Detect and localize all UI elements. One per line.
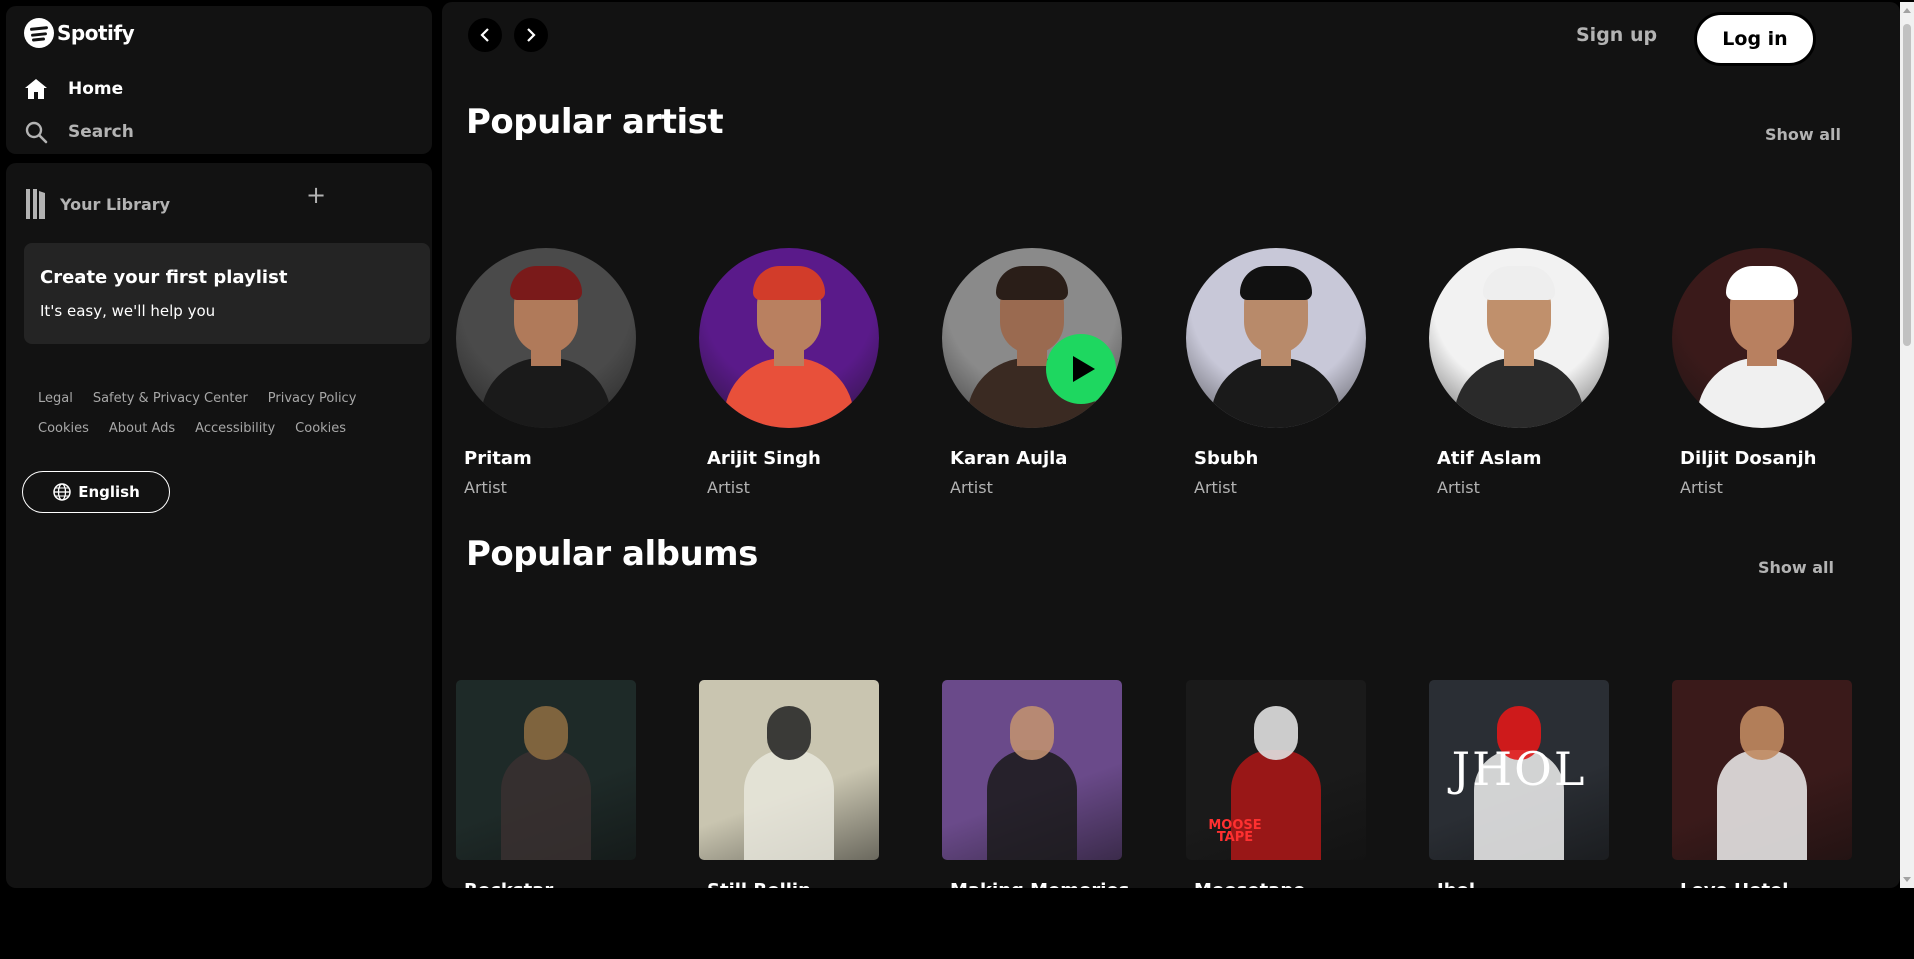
spotify-logo-icon	[24, 18, 54, 48]
artist-subtitle: Artist	[1437, 478, 1480, 497]
album-card[interactable]: MOOSE TAPE Moosetape	[1172, 680, 1372, 888]
artist-card[interactable]: Arijit Singh Artist	[685, 248, 885, 497]
album-card[interactable]: Rockstar...	[442, 680, 642, 888]
legal-link[interactable]: Safety & Privacy Center	[93, 391, 248, 406]
legal-link[interactable]: Privacy Policy	[268, 391, 357, 406]
artist-name: Karan Aujla	[950, 448, 1068, 469]
album-card[interactable]: Making Memories	[928, 680, 1129, 888]
scrollbar-thumb[interactable]	[1903, 24, 1911, 346]
album-name: Rockstar...	[464, 880, 642, 888]
legal-link[interactable]: Accessibility	[195, 421, 275, 436]
nav-search[interactable]: Search	[24, 120, 134, 144]
album-name: Love Hotel	[1680, 880, 1858, 888]
artist-name: Atif Aslam	[1437, 448, 1542, 469]
artist-image	[1186, 248, 1366, 428]
play-button[interactable]	[1046, 334, 1116, 404]
spotify-logo[interactable]: Spotify	[24, 18, 135, 48]
artist-image	[1672, 248, 1852, 428]
album-cover: JHOL	[1429, 680, 1609, 860]
artist-image	[1429, 248, 1609, 428]
album-card[interactable]: Still Rollin	[685, 680, 885, 888]
album-card[interactable]: JHOL Jhol	[1415, 680, 1615, 888]
album-cover: MOOSE TAPE	[1186, 680, 1366, 860]
nav-search-label: Search	[68, 122, 134, 142]
play-icon	[1073, 356, 1095, 382]
artist-card[interactable]: Pritam Artist	[442, 248, 642, 497]
legal-link[interactable]: Cookies	[38, 421, 89, 436]
artist-card[interactable]: Diljit Dosanjh Artist	[1658, 248, 1858, 497]
artist-subtitle: Artist	[464, 478, 507, 497]
main-content: Sign up Log in Popular artist Show all P…	[442, 2, 1900, 888]
album-cover-text: MOOSE TAPE	[1208, 818, 1262, 845]
album-card[interactable]: Love Hotel	[1658, 680, 1858, 888]
legal-row-1: Legal Safety & Privacy Center Privacy Po…	[38, 391, 418, 406]
legal-link[interactable]: About Ads	[109, 421, 175, 436]
artist-image	[699, 248, 879, 428]
section-title-artists: Popular artist	[466, 102, 724, 142]
artist-card[interactable]: Atif Aslam Artist	[1415, 248, 1615, 497]
sidebar-library: Your Library + Create your first playlis…	[6, 163, 432, 888]
artist-subtitle: Artist	[707, 478, 750, 497]
globe-icon	[53, 483, 71, 501]
legal-link[interactable]: Cookies	[295, 421, 346, 436]
artist-card[interactable]: Sbubh Artist	[1172, 248, 1372, 497]
legal-row-2: Cookies About Ads Accessibility Cookies	[38, 421, 418, 436]
library-button[interactable]: Your Library	[24, 187, 170, 221]
chevron-right-icon	[527, 28, 536, 42]
album-name: Making Memories	[950, 880, 1129, 888]
album-cover	[456, 680, 636, 860]
album-cover	[1672, 680, 1852, 860]
plus-icon[interactable]: +	[306, 181, 326, 209]
show-all-artists[interactable]: Show all	[1765, 125, 1841, 144]
create-playlist-title: Create your first playlist	[40, 267, 288, 288]
legal-links: Legal Safety & Privacy Center Privacy Po…	[38, 391, 418, 451]
album-cover	[699, 680, 879, 860]
language-button[interactable]: English	[22, 471, 170, 513]
section-title-albums: Popular albums	[466, 534, 758, 574]
create-playlist-card[interactable]: Create your first playlist It's easy, we…	[24, 243, 430, 344]
scroll-down-icon[interactable]	[1903, 877, 1911, 882]
spotify-app: Spotify Home Search Your Library + Creat…	[0, 0, 1914, 959]
language-label: English	[78, 483, 140, 501]
home-icon	[25, 79, 47, 99]
bottom-bar	[0, 888, 1914, 959]
back-button[interactable]	[468, 18, 502, 52]
artist-name: Diljit Dosanjh	[1680, 448, 1817, 469]
artist-image	[942, 248, 1122, 428]
artist-name: Arijit Singh	[707, 448, 821, 469]
artist-image	[456, 248, 636, 428]
search-icon	[25, 121, 48, 144]
artist-name: Pritam	[464, 448, 532, 469]
scrollbar[interactable]	[1900, 2, 1914, 888]
library-title: Your Library	[60, 194, 171, 214]
sidebar-nav: Spotify Home Search	[6, 6, 432, 154]
artist-subtitle: Artist	[950, 478, 993, 497]
legal-link[interactable]: Legal	[38, 391, 73, 406]
create-playlist-subtitle: It's easy, we'll help you	[40, 302, 216, 320]
artist-subtitle: Artist	[1194, 478, 1237, 497]
show-all-albums[interactable]: Show all	[1758, 558, 1834, 577]
album-name: Moosetape	[1194, 880, 1372, 888]
scroll-up-icon[interactable]	[1903, 8, 1911, 13]
spotify-wordmark: Spotify	[57, 21, 135, 45]
album-name: Still Rollin	[707, 880, 885, 888]
library-icon	[26, 189, 45, 219]
nav-home[interactable]: Home	[24, 78, 123, 100]
login-button[interactable]: Log in	[1694, 12, 1816, 66]
album-cover-text: JHOL	[1451, 742, 1587, 796]
signup-button[interactable]: Sign up	[1576, 24, 1657, 46]
forward-button[interactable]	[514, 18, 548, 52]
chevron-left-icon	[480, 28, 489, 42]
artist-card[interactable]: Karan Aujla Artist	[928, 248, 1128, 497]
artist-subtitle: Artist	[1680, 478, 1723, 497]
nav-home-label: Home	[68, 79, 124, 99]
album-cover	[942, 680, 1122, 860]
album-name: Jhol	[1437, 880, 1615, 888]
artist-name: Sbubh	[1194, 448, 1259, 469]
